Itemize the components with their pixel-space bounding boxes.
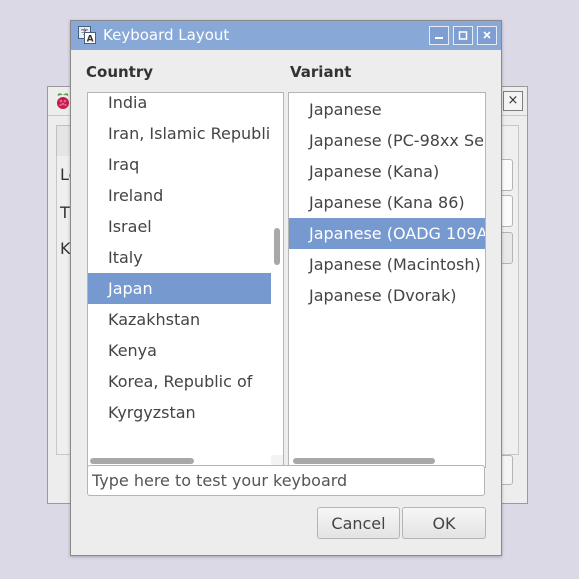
country-list-item[interactable]: Israel bbox=[88, 211, 283, 242]
keyboard-layout-app-icon: 字 A bbox=[78, 26, 96, 44]
country-list-item[interactable]: Iran, Islamic Republic of bbox=[88, 118, 283, 149]
country-column-header: Country bbox=[86, 63, 154, 81]
maximize-icon bbox=[458, 31, 468, 40]
country-list-item[interactable]: Italy bbox=[88, 242, 283, 273]
country-list-item[interactable]: Kenya bbox=[88, 335, 283, 366]
variant-list-item[interactable]: Japanese bbox=[289, 94, 485, 125]
country-list-item[interactable]: Ireland bbox=[88, 180, 283, 211]
country-vertical-scroll-thumb[interactable] bbox=[274, 228, 280, 265]
cancel-button[interactable]: Cancel bbox=[317, 507, 400, 539]
country-list-item[interactable]: Kyrgyzstan bbox=[88, 397, 283, 428]
close-icon bbox=[483, 31, 491, 39]
variant-list-item[interactable]: Japanese (Kana 86) bbox=[289, 187, 485, 218]
minimize-button[interactable] bbox=[429, 26, 449, 45]
close-button[interactable] bbox=[477, 26, 497, 45]
variant-horizontal-scroll-thumb[interactable] bbox=[293, 458, 435, 464]
country-list[interactable]: India Iran, Islamic Republic of Iraq Ire… bbox=[87, 92, 284, 468]
country-list-item[interactable]: Korea, Republic of bbox=[88, 366, 283, 397]
country-vertical-scrollbar[interactable] bbox=[271, 93, 283, 455]
country-list-item[interactable]: Kazakhstan bbox=[88, 304, 283, 335]
titlebar[interactable]: 字 A Keyboard Layout bbox=[71, 21, 501, 50]
window-title: Keyboard Layout bbox=[103, 26, 230, 44]
background-label: K bbox=[60, 239, 71, 258]
app-icon-letter: A bbox=[87, 35, 94, 44]
ok-button[interactable]: OK bbox=[402, 507, 486, 539]
country-list-item[interactable]: Iraq bbox=[88, 149, 283, 180]
maximize-button[interactable] bbox=[453, 26, 473, 45]
minimize-icon bbox=[435, 37, 443, 39]
country-horizontal-scroll-thumb[interactable] bbox=[90, 458, 194, 464]
variant-list[interactable]: Japanese Japanese (PC-98xx Series) Japan… bbox=[288, 92, 486, 468]
country-list-item[interactable]: India bbox=[88, 93, 283, 118]
variant-list-item[interactable]: Japanese (Macintosh) bbox=[289, 249, 485, 280]
keyboard-layout-dialog: 字 A Keyboard Layout Country Variant Indi… bbox=[70, 20, 502, 556]
variant-list-item[interactable]: Japanese (Kana) bbox=[289, 156, 485, 187]
variant-column-header: Variant bbox=[290, 63, 352, 81]
background-close-button[interactable]: × bbox=[503, 91, 523, 111]
variant-list-item-selected[interactable]: Japanese (OADG 109A) bbox=[289, 218, 485, 249]
variant-list-item[interactable]: Japanese (Dvorak) bbox=[289, 280, 485, 311]
country-list-item-selected[interactable]: Japan bbox=[88, 273, 283, 304]
variant-list-item[interactable]: Japanese (PC-98xx Series) bbox=[289, 125, 485, 156]
keyboard-test-input[interactable] bbox=[87, 465, 485, 496]
